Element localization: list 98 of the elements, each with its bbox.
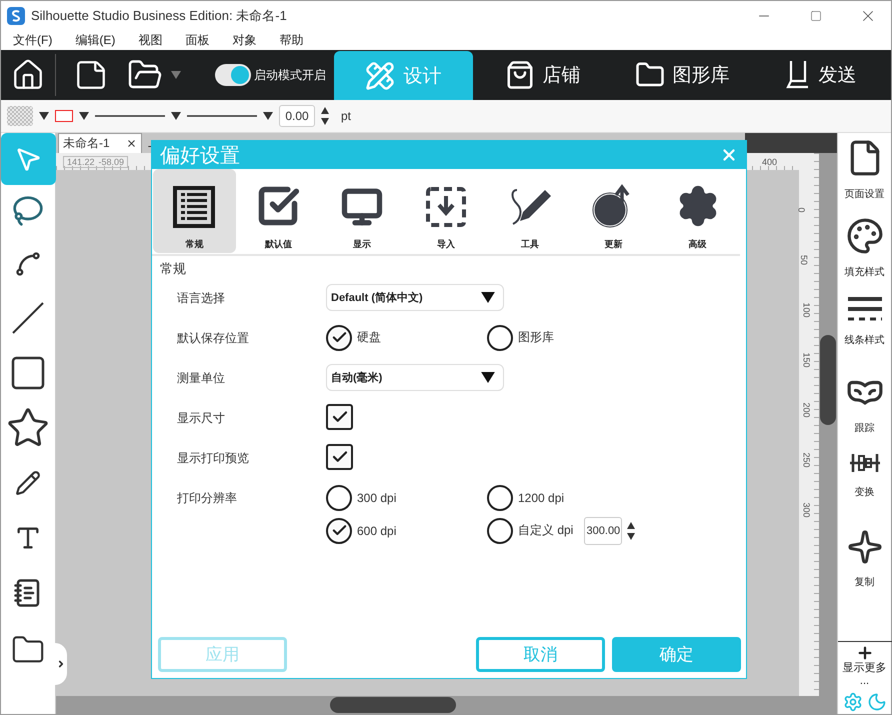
option-label: 600 dpi: [357, 524, 396, 538]
menu-item[interactable]: 视图: [138, 32, 162, 48]
ruler-label: 250: [802, 452, 812, 468]
ruler-label: 0: [796, 208, 806, 212]
close-icon[interactable]: [126, 138, 137, 149]
dropdown-caret-icon[interactable]: [481, 372, 495, 383]
plus-icon[interactable]: [856, 644, 874, 662]
panel-button[interactable]: 填充样式: [838, 217, 890, 295]
setting-label: 打印分辨率: [177, 490, 238, 507]
menu-item[interactable]: 编辑(E): [75, 32, 116, 48]
dropdown[interactable]: Default (简体中文): [326, 284, 504, 311]
checkbox-icon: [256, 184, 300, 228]
panel-button[interactable]: 复制: [838, 529, 890, 607]
sparkle-icon: [846, 529, 882, 565]
dropdown-caret-icon[interactable]: [263, 112, 273, 120]
spinner-arrows-icon[interactable]: [627, 520, 636, 540]
list-icon: [173, 186, 216, 228]
option-label: 硬盘: [357, 329, 381, 346]
setting-label: 显示打印预览: [177, 450, 250, 467]
category-tab[interactable]: 更新: [572, 169, 656, 253]
panel-button[interactable]: 变换: [838, 451, 890, 529]
nav-tab[interactable]: 发送: [752, 50, 891, 100]
setting-label: 显示尺寸: [177, 410, 226, 427]
lasso-icon: [12, 195, 44, 227]
spinner-arrows-icon[interactable]: [321, 106, 329, 126]
option-label: 自定义 dpi: [518, 522, 574, 539]
dropdown-caret-icon[interactable]: [39, 112, 49, 120]
category-tab[interactable]: 显示: [320, 169, 404, 253]
category-tab[interactable]: 默认值: [236, 169, 320, 253]
radio-button[interactable]: [326, 484, 352, 510]
setting-label: 默认保存位置: [177, 330, 250, 347]
option-label: 300 dpi: [357, 490, 396, 504]
ruler-label: 200: [802, 402, 812, 418]
checkbox[interactable]: [326, 404, 353, 430]
line-width-field[interactable]: 0.00: [279, 105, 315, 127]
ruler-label: 150: [802, 352, 812, 368]
radio-button[interactable]: [487, 324, 513, 350]
caret-icon[interactable]: [56, 659, 66, 669]
setting-label: 测量单位: [177, 370, 226, 387]
panel-button[interactable]: 线条样式: [838, 295, 890, 373]
nav-tab[interactable]: 图形库: [612, 50, 752, 100]
shopping-bag-icon: [504, 60, 535, 90]
import-icon: [425, 186, 467, 228]
transform-icon: [848, 451, 880, 475]
pencil-icon: [15, 470, 41, 496]
ruler-label: 300: [802, 502, 812, 518]
ruler-label: 50: [799, 255, 809, 265]
radio-button[interactable]: [326, 518, 352, 544]
menu-item[interactable]: 对象: [232, 32, 256, 48]
line-style-sample[interactable]: [95, 114, 165, 118]
category-tab[interactable]: 工具: [488, 169, 572, 253]
monitor-icon: [341, 186, 384, 228]
show-more-button[interactable]: 显示更多 ...: [838, 641, 892, 688]
category-tab[interactable]: 导入: [404, 169, 488, 253]
cursor-coordinates: 141.22 -58.09: [63, 156, 128, 168]
app-logo-icon: [7, 6, 25, 24]
section-heading: 常规: [159, 260, 187, 278]
node-edit-icon: [14, 250, 42, 278]
dropdown[interactable]: 自动(毫米): [326, 364, 504, 391]
menu-item[interactable]: 面板: [185, 32, 210, 48]
category-tab[interactable]: 高级: [656, 169, 740, 253]
fill-pattern-swatch[interactable]: [7, 106, 33, 126]
option-label: 图形库: [518, 329, 554, 346]
ruler-label: 400: [762, 156, 777, 166]
checkbox[interactable]: [326, 444, 353, 470]
line-end-sample[interactable]: [187, 114, 257, 118]
line-tool-icon: [10, 300, 46, 336]
dropdown-caret-icon[interactable]: [171, 112, 181, 120]
ruler-label: 100: [802, 302, 812, 318]
menu-item[interactable]: 帮助: [279, 32, 304, 48]
category-tab[interactable]: 常规: [153, 169, 236, 253]
dropdown-caret-icon[interactable]: [481, 292, 495, 303]
dpi-field[interactable]: 300.00: [584, 516, 622, 544]
horizontal-scrollbar-thumb[interactable]: [330, 697, 456, 713]
startup-mode-toggle[interactable]: [215, 64, 252, 86]
stroke-color-swatch[interactable]: [55, 110, 73, 122]
radio-button[interactable]: [487, 484, 513, 510]
expand-panel-button[interactable]: [55, 643, 67, 685]
panel-button[interactable]: 跟踪: [838, 373, 890, 451]
window-title: Silhouette Studio Business Edition: 未命名-1: [31, 6, 288, 24]
maximize-icon[interactable]: [810, 10, 822, 22]
blade-holder-icon: [786, 59, 810, 91]
radio-button[interactable]: [326, 324, 352, 350]
dialog-title: 偏好设置: [160, 144, 240, 168]
setting-label: 语言选择: [177, 290, 226, 307]
radio-button[interactable]: [487, 518, 513, 544]
panel-button[interactable]: 页面设置: [838, 139, 890, 217]
menu-item[interactable]: 文件(F): [13, 32, 52, 48]
unit-label: pt: [341, 109, 352, 123]
pencil-ruler-icon: [365, 60, 396, 90]
nav-tab[interactable]: 店铺: [473, 50, 612, 100]
line-styles-icon: [848, 295, 882, 323]
option-label: 1200 dpi: [518, 490, 564, 504]
toggle-label: 启动模式开启: [254, 66, 328, 84]
palette-icon: [846, 217, 884, 255]
dropdown-caret-icon[interactable]: [79, 112, 89, 120]
vertical-scrollbar-thumb[interactable]: [820, 335, 836, 425]
document-tab[interactable]: 未命名-1: [58, 133, 142, 153]
